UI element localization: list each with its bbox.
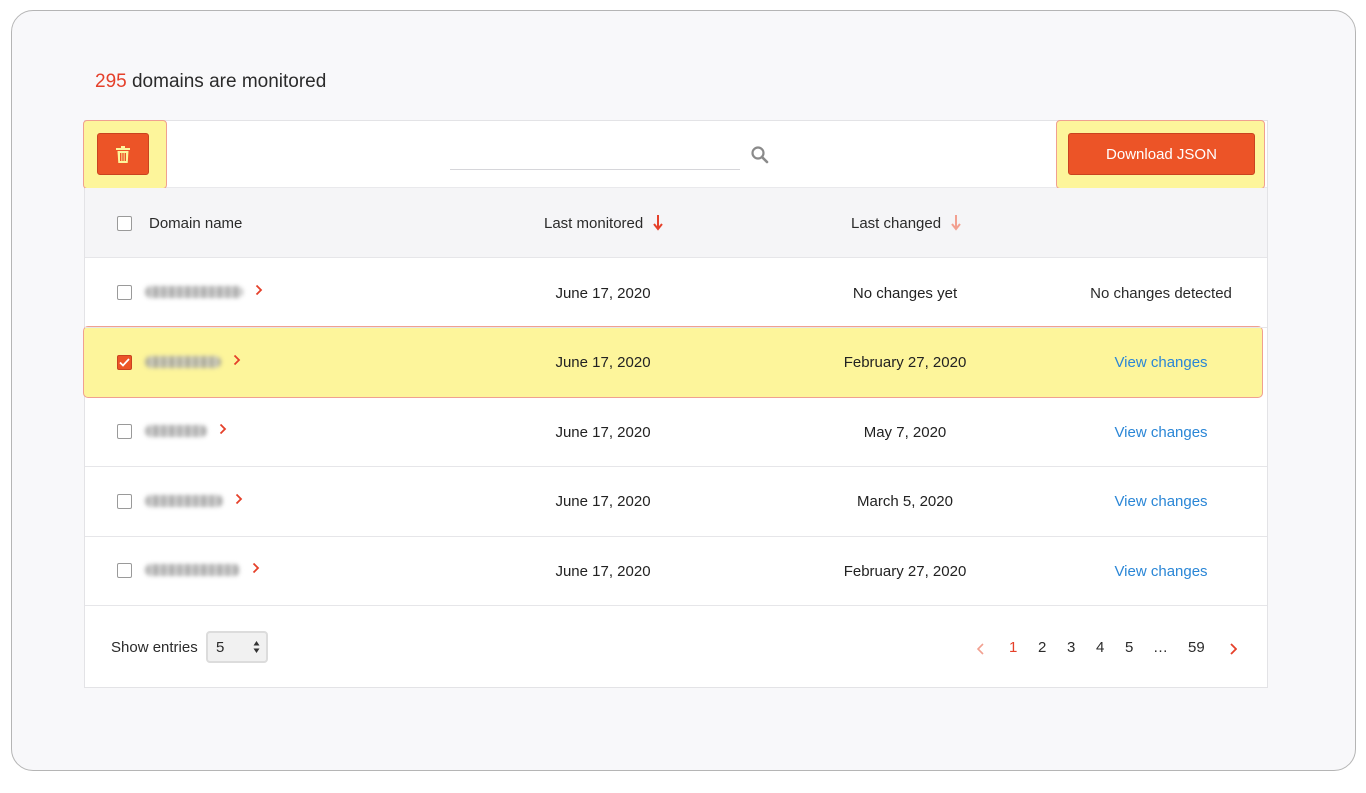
search-icon[interactable] bbox=[750, 145, 770, 165]
domain-name-redacted bbox=[145, 494, 223, 507]
toolbar: Download JSON bbox=[83, 120, 1267, 189]
last-changed-cell: March 5, 2020 bbox=[857, 493, 953, 510]
page-title: 295 domains are monitored bbox=[95, 71, 326, 93]
domains-panel: Download JSON Domain name Last monitored… bbox=[83, 120, 1268, 689]
download-highlight: Download JSON bbox=[1056, 120, 1265, 189]
chevron-right-icon[interactable] bbox=[252, 562, 260, 574]
download-json-button[interactable]: Download JSON bbox=[1068, 133, 1255, 175]
pagination-page[interactable]: 5 bbox=[1125, 639, 1133, 656]
entries-select-value: 5 bbox=[216, 638, 225, 656]
table-row: June 17, 2020 February 27, 2020 View chang… bbox=[85, 328, 1267, 398]
search-field bbox=[450, 139, 740, 170]
checkmark-icon bbox=[119, 357, 130, 367]
view-changes-link[interactable]: View changes bbox=[1061, 467, 1261, 537]
row-checkbox[interactable] bbox=[117, 285, 132, 300]
trash-icon bbox=[116, 145, 130, 163]
row-checkbox[interactable] bbox=[117, 563, 132, 578]
pagination-page[interactable]: 4 bbox=[1096, 639, 1104, 656]
view-changes-link[interactable]: View changes bbox=[1061, 328, 1261, 398]
select-all-checkbox[interactable] bbox=[117, 216, 132, 231]
domain-count-text: domains are monitored bbox=[126, 71, 327, 92]
table-footer: Show entries 5 1 2 3 4 5 … 59 bbox=[85, 605, 1267, 689]
search-input[interactable] bbox=[450, 139, 736, 169]
header-domain-name[interactable]: Domain name bbox=[149, 188, 242, 258]
view-changes-link[interactable]: View changes bbox=[1061, 536, 1261, 606]
pagination-page[interactable]: 3 bbox=[1067, 639, 1075, 656]
row-checkbox[interactable] bbox=[117, 354, 132, 370]
table-row: June 17, 2020 March 5, 2020 View changes bbox=[85, 467, 1267, 537]
pagination-ellipsis: … bbox=[1153, 639, 1168, 656]
last-changed-cell: February 27, 2020 bbox=[843, 354, 967, 371]
chevron-left-icon[interactable] bbox=[977, 643, 984, 655]
header-last-changed[interactable]: Last changed bbox=[851, 188, 961, 258]
no-changes-status: No changes detected bbox=[1090, 284, 1232, 302]
show-entries-label: Show entries bbox=[111, 639, 198, 656]
pagination-page[interactable]: 1 bbox=[1009, 639, 1017, 656]
pagination-page[interactable]: 59 bbox=[1188, 639, 1205, 656]
chevron-right-icon[interactable] bbox=[219, 423, 227, 435]
last-monitored-cell: June 17, 2020 bbox=[555, 354, 651, 371]
pagination-page[interactable]: 2 bbox=[1038, 639, 1046, 656]
header-domain-label: Domain name bbox=[149, 214, 243, 232]
chevron-right-icon[interactable] bbox=[235, 493, 243, 505]
sort-down-arrow-icon[interactable] bbox=[951, 215, 961, 231]
table-row: June 17, 2020 February 27, 2020 View chang… bbox=[85, 536, 1267, 606]
domain-name-redacted bbox=[145, 564, 240, 576]
last-changed-cell: May 7, 2020 bbox=[863, 423, 947, 441]
sort-down-arrow-icon[interactable] bbox=[653, 215, 664, 231]
row-checkbox[interactable] bbox=[117, 493, 132, 509]
chevron-right-icon[interactable] bbox=[255, 284, 263, 296]
last-monitored-cell: June 17, 2020 bbox=[555, 493, 651, 510]
domain-name-redacted bbox=[145, 425, 207, 437]
table-row: June 17, 2020 May 7, 2020 View changes bbox=[85, 397, 1267, 467]
select-arrows-icon bbox=[253, 641, 260, 653]
row-checkbox[interactable] bbox=[117, 424, 132, 439]
delete-highlight bbox=[83, 120, 167, 189]
domain-name-redacted bbox=[145, 286, 243, 298]
last-changed-cell: February 27, 2020 bbox=[843, 562, 967, 580]
view-changes-link[interactable]: View changes bbox=[1061, 397, 1261, 467]
table-row: June 17, 2020 No changes yet No changes de… bbox=[85, 258, 1267, 328]
chevron-right-icon[interactable] bbox=[233, 354, 241, 366]
last-monitored-cell: June 17, 2020 bbox=[555, 562, 651, 580]
table-header: Domain name Last monitored Last changed bbox=[85, 188, 1267, 258]
header-last-monitored[interactable]: Last monitored bbox=[544, 188, 664, 258]
last-monitored-cell: June 17, 2020 bbox=[555, 284, 651, 302]
chevron-right-icon[interactable] bbox=[1230, 643, 1237, 655]
last-changed-cell: No changes yet bbox=[852, 284, 958, 302]
last-monitored-cell: June 17, 2020 bbox=[555, 423, 651, 441]
entries-select[interactable]: 5 bbox=[206, 631, 268, 663]
domain-name-redacted bbox=[145, 355, 221, 368]
domain-count: 295 bbox=[95, 71, 127, 92]
header-last-monitored-label: Last monitored bbox=[544, 214, 644, 232]
delete-button[interactable] bbox=[97, 133, 149, 175]
header-last-changed-label: Last changed bbox=[851, 214, 942, 232]
